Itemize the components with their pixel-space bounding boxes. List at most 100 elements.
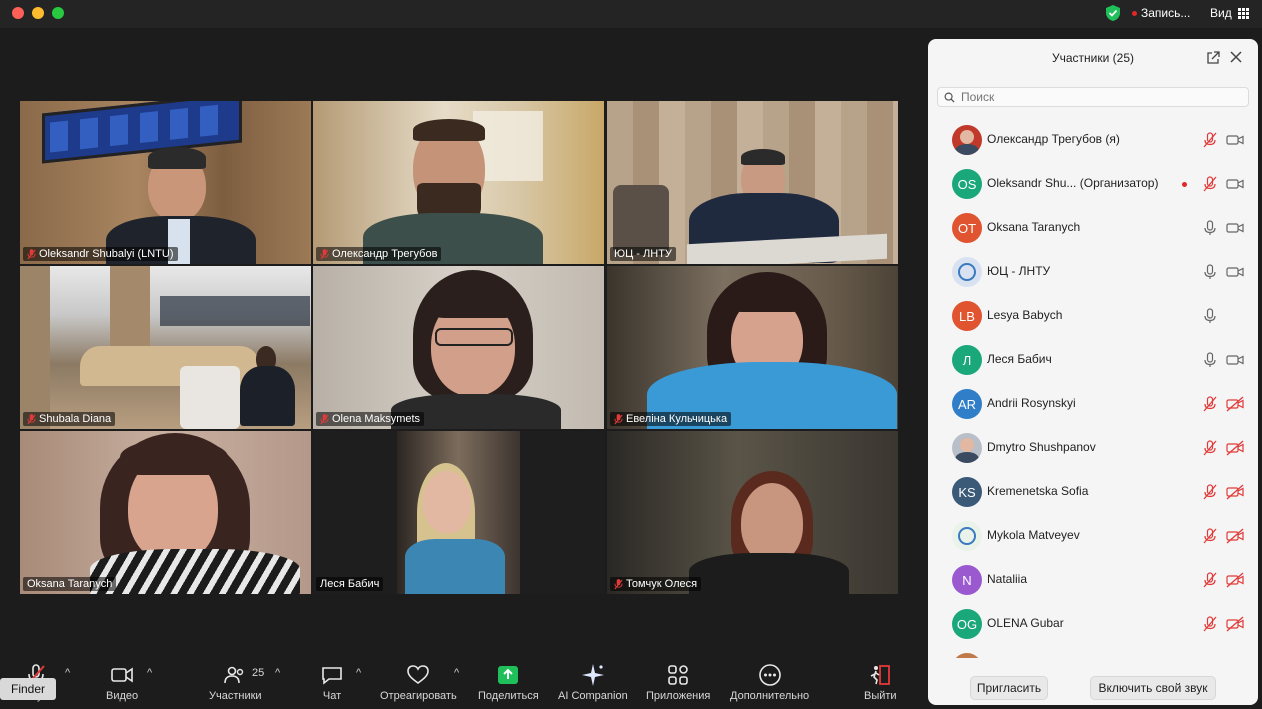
leave-button[interactable]: Выйти <box>864 663 897 702</box>
participant-name: Shubala Diana <box>39 413 112 425</box>
participant-name: Nataliia <box>987 572 1027 586</box>
video-options-caret[interactable]: ^ <box>147 667 152 679</box>
video-tile[interactable]: Томчук Олеся <box>607 431 898 594</box>
participant-row[interactable]: N Nataliia <box>928 558 1258 602</box>
camera-icon[interactable] <box>1226 132 1244 148</box>
video-button[interactable]: Видео <box>106 663 138 702</box>
unmute-self-button[interactable]: Включить свой звук <box>1090 676 1216 700</box>
audio-options-caret[interactable]: ^ <box>65 667 70 679</box>
chat-icon <box>322 667 342 685</box>
participant-row[interactable]: OT Oksana Taranych <box>928 206 1258 250</box>
apps-icon <box>668 665 688 685</box>
tile-name-label: ЮЦ - ЛНТУ <box>610 247 676 261</box>
tile-name-label: Томчук Олеся <box>610 577 702 591</box>
avatar-logo-icon <box>958 263 976 281</box>
avatar-initials: N <box>962 572 972 588</box>
recording-indicator[interactable]: Запись... <box>1132 6 1190 20</box>
participant-row[interactable]: KS Kremenetska Sofia <box>928 470 1258 514</box>
apps-button[interactable]: Приложения <box>646 663 710 702</box>
close-window-button[interactable] <box>12 7 24 19</box>
zoom-meeting-window: Запись... Вид Oleksandr Shubalyi (LNTU) … <box>0 0 1262 709</box>
chat-button[interactable]: Чат <box>320 663 344 702</box>
participant-row[interactable]: OS Oleksandr Shu... (Организатор) <box>928 162 1258 206</box>
video-tile[interactable]: Леся Бабич <box>313 431 604 594</box>
avatar-initials: KS <box>958 484 976 500</box>
camera-icon[interactable] <box>1226 352 1244 368</box>
camera-icon[interactable] <box>1226 220 1244 236</box>
search-icon <box>944 92 955 103</box>
mic-icon[interactable] <box>1202 264 1218 280</box>
more-button[interactable]: Дополнительно <box>730 663 809 702</box>
chat-options-caret[interactable]: ^ <box>356 667 361 679</box>
participant-row[interactable]: Л Леся Бабич <box>928 338 1258 382</box>
avatar: Л <box>952 345 982 375</box>
react-button[interactable]: Отреагировать <box>380 663 457 702</box>
ai-companion-button[interactable]: AI Companion <box>558 663 628 702</box>
participant-row[interactable]: ЮЦ - ЛНТУ <box>928 250 1258 294</box>
mic-muted-icon[interactable] <box>1202 176 1218 192</box>
leave-door-icon <box>870 665 891 685</box>
close-icon[interactable] <box>1229 50 1243 64</box>
minimize-window-button[interactable] <box>32 7 44 19</box>
mic-icon[interactable] <box>1202 352 1218 368</box>
mic-muted-icon[interactable] <box>1202 132 1218 148</box>
camera-icon[interactable] <box>1226 264 1244 280</box>
video-tile-active-speaker[interactable]: ЮЦ - ЛНТУ <box>607 101 898 264</box>
participant-row[interactable]: Dmytro Shushpanov <box>928 426 1258 470</box>
camera-off-icon[interactable] <box>1226 484 1244 500</box>
participant-name: Oksana Taranych <box>987 220 1080 234</box>
participant-row[interactable]: LB Lesya Babych <box>928 294 1258 338</box>
camera-off-icon[interactable] <box>1226 616 1244 632</box>
camera-off-icon[interactable] <box>1226 396 1244 412</box>
participants-options-caret[interactable]: ^ <box>275 667 280 679</box>
video-tile[interactable]: Shubala Diana <box>20 266 311 429</box>
participant-name: Олександр Трегубов (я) <box>987 132 1120 146</box>
chat-label: Чат <box>322 690 342 702</box>
fullscreen-window-button[interactable] <box>52 7 64 19</box>
camera-off-icon[interactable] <box>1226 572 1244 588</box>
video-tile[interactable]: Olena Maksymets <box>313 266 604 429</box>
mic-muted-icon[interactable] <box>1202 572 1218 588</box>
camera-off-icon[interactable] <box>1226 440 1244 456</box>
participant-row[interactable]: Mykola Matveyev <box>928 514 1258 558</box>
mic-icon[interactable] <box>1202 308 1218 324</box>
camera-icon[interactable] <box>1226 176 1244 192</box>
participants-label: Участники <box>209 690 262 702</box>
video-tile[interactable]: Олександр Трегубов <box>313 101 604 264</box>
participant-name: Mykola Matveyev <box>987 528 1080 542</box>
invite-button[interactable]: Пригласить <box>970 676 1048 700</box>
react-options-caret[interactable]: ^ <box>454 667 459 679</box>
mic-muted-icon <box>27 413 36 424</box>
view-button[interactable]: Вид <box>1210 6 1249 20</box>
participant-row[interactable]: OG OLENA Gubar <box>928 602 1258 646</box>
mic-muted-icon[interactable] <box>1202 528 1218 544</box>
video-tile[interactable]: Евеліна Кульчицька <box>607 266 898 429</box>
mic-muted-icon <box>614 413 623 424</box>
shield-icon[interactable] <box>1104 4 1122 22</box>
host-tag: (Организатор) <box>1079 176 1159 190</box>
share-button[interactable]: Поделиться <box>478 663 539 702</box>
mic-icon[interactable] <box>1202 220 1218 236</box>
participant-name: Oleksandr Shu... (Организатор) <box>987 176 1158 190</box>
grid-icon <box>1237 7 1249 19</box>
participant-row-partial[interactable] <box>928 646 1258 658</box>
mic-muted-icon[interactable] <box>1202 396 1218 412</box>
mic-muted-icon[interactable] <box>1202 616 1218 632</box>
search-input[interactable] <box>961 90 1221 104</box>
mic-muted-icon <box>320 413 329 424</box>
camera-off-icon[interactable] <box>1226 528 1244 544</box>
video-tile[interactable]: Oleksandr Shubalyi (LNTU) <box>20 101 311 264</box>
participant-name: Олександр Трегубов <box>332 248 438 260</box>
mic-muted-icon[interactable] <box>1202 484 1218 500</box>
avatar-initials: OS <box>957 176 977 192</box>
avatar-initials: LB <box>959 308 975 324</box>
avatar: OS <box>952 169 982 199</box>
mic-muted-icon <box>320 248 329 259</box>
avatar <box>952 125 982 155</box>
popout-icon[interactable] <box>1206 51 1220 65</box>
avatar: AR <box>952 389 982 419</box>
participant-row[interactable]: AR Andrii Rosynskyi <box>928 382 1258 426</box>
participant-row[interactable]: Олександр Трегубов (я) <box>928 118 1258 162</box>
video-tile[interactable]: Oksana Taranych <box>20 431 311 594</box>
mic-muted-icon[interactable] <box>1202 440 1218 456</box>
